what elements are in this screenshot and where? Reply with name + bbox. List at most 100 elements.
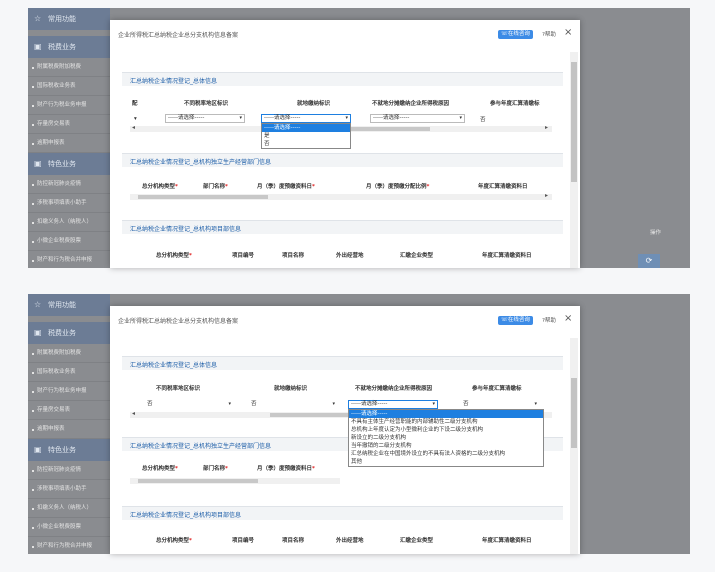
grid-icon: ▣ (34, 159, 42, 168)
dropdown-option[interactable]: 当年撤销的二级分支机构 (349, 442, 543, 450)
sidebar-item[interactable]: 国际税收业务表 (28, 363, 110, 382)
online-consult-button[interactable]: ☏在线咨询 (498, 316, 533, 325)
col-header: 部门名称* (203, 466, 228, 472)
dropdown-option[interactable]: -----请选择----- (349, 410, 543, 418)
left-arrow-icon[interactable]: ◂ (132, 124, 135, 131)
dropdown-option[interactable]: 是 (262, 132, 350, 140)
sidebar-item[interactable]: 涉税事项填表小助手 (28, 194, 110, 213)
reason-select[interactable]: -----请选择----- ▾ (348, 400, 438, 409)
col-header: 外出经营地 (336, 538, 364, 544)
local-pay-select[interactable]: 否 ▾ (248, 400, 338, 409)
sidebar-item[interactable]: 财产行为税业务申报 (28, 96, 110, 115)
annual-flag-select[interactable]: 否 ▾ (460, 400, 540, 409)
modal-dialog: 企业所得税汇总纳税企业总分支机构信息备案 ☏在线咨询 ?帮助 × 汇总纳税企业情… (110, 306, 580, 554)
rate-region-select[interactable]: 否 ▾ (144, 400, 234, 409)
col-header: 月（季）度预缴分配比例* (366, 184, 430, 190)
sidebar-header-feature[interactable]: ▣ 特色业务 (28, 439, 110, 461)
sidebar-item[interactable]: 逾期申报表 (28, 420, 110, 439)
sidebar-header-common[interactable]: ☆ 常用功能 (28, 294, 110, 316)
sidebar-item[interactable]: 附属税费附加税费 (28, 58, 110, 77)
sidebar-header-tax[interactable]: ▣ 税费业务 (28, 36, 110, 58)
rate-region-select[interactable]: -----请选择----- ▾ (165, 114, 245, 123)
help-button[interactable]: ?帮助 (542, 30, 556, 38)
dropdown-option[interactable]: 不具有主体生产经营职能的内部辅助性二级分支机构 (349, 418, 543, 426)
chevron-down-icon: ▾ (432, 401, 435, 407)
sidebar: ☆ 常用功能 ▣ 税费业务 附属税费附加税费 国际税收业务表 财产行为税业务申报 存… (28, 8, 110, 268)
vertical-scrollbar[interactable] (570, 338, 578, 554)
sidebar-item[interactable]: 涉税事项填表小助手 (28, 480, 110, 499)
sidebar: ☆ 常用功能 ▣ 税费业务 附属税费附加税费 国际税收业务表 财产行为税业务申报 存… (28, 294, 110, 554)
dropdown-option[interactable]: 其他 (349, 458, 543, 466)
col-header: 部门名称* (203, 184, 228, 190)
sidebar-item[interactable]: 财产和行为税合并申报 (28, 537, 110, 554)
vertical-scrollbar[interactable] (570, 52, 578, 268)
chevron-down-icon: ▾ (345, 115, 348, 121)
col-header: 不就地分摊缴纳企业所得税原因 (372, 101, 450, 107)
dropdown-option[interactable]: -----请选择----- (262, 124, 350, 132)
col-header: 汇缴企业类型 (400, 253, 434, 259)
sidebar-item[interactable]: 扣缴义务人（纳税人） (28, 213, 110, 232)
col-header: 参与年度汇算清缴标 (490, 101, 540, 107)
col-header: 不同税率地区标识 (184, 101, 229, 107)
sidebar-item[interactable]: 财产行为税业务申报 (28, 382, 110, 401)
col-header: 总分机构类型* (142, 184, 178, 190)
right-arrow-icon[interactable]: ▸ (545, 192, 548, 199)
close-icon[interactable]: × (564, 313, 572, 324)
col-header: 配 (132, 101, 138, 107)
chevron-down-icon: ▾ (459, 115, 462, 121)
col-header: 总分机构类型* (156, 253, 192, 259)
annual-flag-value: 否 (480, 117, 486, 123)
help-button[interactable]: ?帮助 (542, 316, 556, 324)
sidebar-item[interactable]: 扣缴义务人（纳税人） (28, 499, 110, 518)
section-header: 汇总纳税企业情况登记_总体信息 (122, 72, 563, 86)
modal-dialog: 企业所得税汇总纳税企业总分支机构信息备案 ☏在线咨询 ?帮助 × 汇总纳税企业情… (110, 20, 580, 268)
col-header: 参与年度汇算清缴标 (472, 386, 522, 392)
grid-icon: ▣ (34, 445, 42, 454)
horizontal-scrollbar[interactable] (130, 194, 552, 200)
dropdown-option[interactable]: 总机构上年度认定为小型微利企业的下设二级分支机构 (349, 426, 543, 434)
col-header: 不同税率地区标识 (156, 386, 201, 392)
col-header: 汇缴企业类型 (400, 538, 434, 544)
sidebar-header-common[interactable]: ☆ 常用功能 (28, 8, 110, 30)
bg-op-label: 操作 (650, 230, 662, 236)
dropdown-option[interactable]: 新设立的二级分支机构 (349, 434, 543, 442)
col-header: 就地缴纳标识 (274, 386, 308, 392)
sidebar-item[interactable]: 小微企业税费股票 (28, 518, 110, 537)
col-header: 年度汇算清缴资料日 (482, 538, 532, 544)
close-icon[interactable]: × (564, 27, 572, 38)
col-header: 月（季）度预缴资料日* (257, 466, 315, 472)
horizontal-scrollbar[interactable] (130, 478, 340, 484)
col-header: 总分机构类型* (156, 538, 192, 544)
section-header: 汇总纳税企业情况登记_总机构项目部信息 (122, 220, 563, 234)
section-header: 汇总纳税企业情况登记_总体信息 (122, 356, 563, 370)
sidebar-item[interactable]: 防控新冠肺炎疫情 (28, 175, 110, 194)
star-icon: ☆ (34, 14, 42, 23)
star-icon: ☆ (34, 300, 42, 309)
dropdown-option[interactable]: 汇总纳税企业在中国境外设立的不具有法人资格的二级分支机构 (349, 450, 543, 458)
left-arrow-icon[interactable]: ◂ (132, 410, 135, 417)
dropdown-option[interactable]: 否 (262, 140, 350, 148)
modal-title: 企业所得税汇总纳税企业总分支机构信息备案 (118, 318, 239, 325)
dropdown-list: -----请选择----- 是 否 (261, 123, 351, 149)
chevron-down-icon[interactable]: ▾ (134, 116, 137, 122)
refresh-icon[interactable]: ⟳ (638, 254, 660, 268)
right-arrow-icon[interactable]: ▸ (545, 124, 548, 131)
col-header: 项目名称 (282, 538, 305, 544)
sidebar-header-feature[interactable]: ▣ 特色业务 (28, 153, 110, 175)
sidebar-header-tax[interactable]: ▣ 税费业务 (28, 322, 110, 344)
sidebar-item[interactable]: 附属税费附加税费 (28, 344, 110, 363)
sidebar-item[interactable]: 财产和行为税合并申报 (28, 251, 110, 268)
sidebar-item[interactable]: 小微企业税费股票 (28, 232, 110, 251)
sidebar-item[interactable]: 国际税收业务表 (28, 77, 110, 96)
modal-title: 企业所得税汇总纳税企业总分支机构信息备案 (118, 32, 239, 39)
sidebar-item[interactable]: 存量房交易表 (28, 401, 110, 420)
reason-select[interactable]: -----请选择----- ▾ (370, 114, 465, 123)
sidebar-item[interactable]: 防控新冠肺炎疫情 (28, 461, 110, 480)
local-pay-select[interactable]: -----请选择----- ▾ (261, 114, 351, 123)
sidebar-item[interactable]: 逾期申报表 (28, 134, 110, 153)
chevron-down-icon: ▾ (332, 401, 335, 407)
col-header: 年度汇算清缴资料日 (478, 184, 528, 190)
online-consult-button[interactable]: ☏在线咨询 (498, 30, 533, 39)
sidebar-item[interactable]: 存量房交易表 (28, 115, 110, 134)
col-header: 项目编号 (232, 538, 255, 544)
